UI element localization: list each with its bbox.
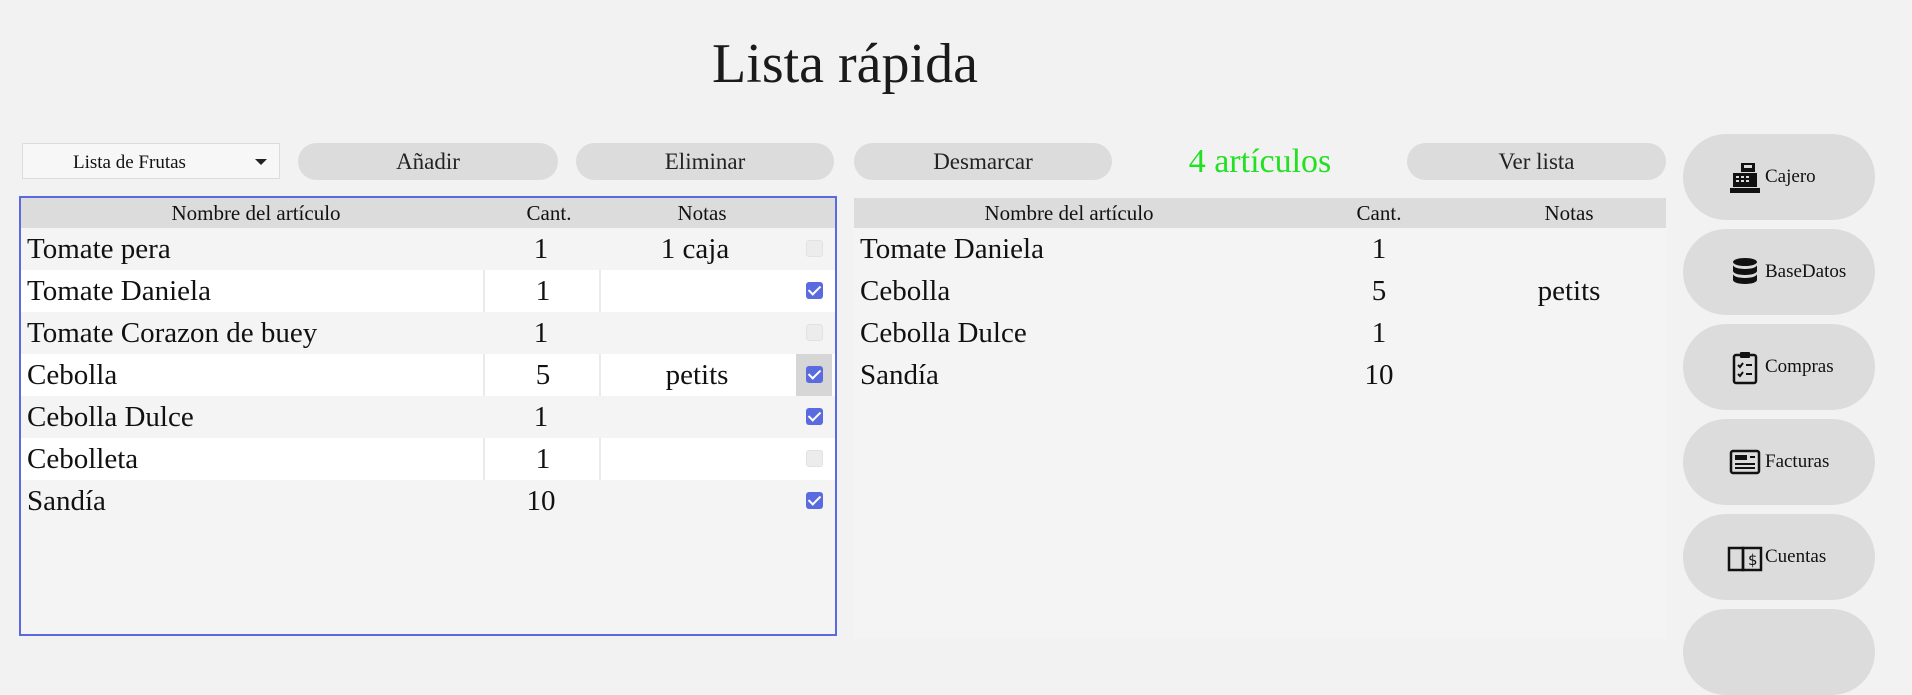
items-table: Nombre del artículo Cant. Notas Tomate p… <box>19 196 837 636</box>
sidebar-item-label: Cajero <box>1765 166 1816 187</box>
item-qty: 1 <box>533 317 549 349</box>
item-name: Cebolla Dulce <box>860 317 1027 349</box>
item-name: Tomate Corazon de buey <box>27 317 318 349</box>
row-checkbox-cell <box>796 354 832 396</box>
sidebar-item-basedatos[interactable]: BaseDatos <box>1683 229 1875 315</box>
item-notes: 1 caja <box>660 233 730 265</box>
list-selector-value: Lista de Frutas <box>73 152 186 173</box>
table-row[interactable]: Tomate Daniela 1 <box>21 270 835 312</box>
table-row[interactable]: Cebolla 5 petits <box>854 270 1666 312</box>
row-checkbox[interactable] <box>806 240 823 257</box>
sidebar-item-label: Cuentas <box>1765 546 1827 567</box>
svg-text:$: $ <box>1748 551 1758 569</box>
item-name: Tomate Daniela <box>860 233 1044 265</box>
item-qty: 1 <box>533 233 549 265</box>
clipboard-checklist-icon <box>1732 352 1758 385</box>
row-checkbox-cell <box>796 228 832 270</box>
row-checkbox[interactable] <box>806 366 823 383</box>
view-list-button[interactable]: Ver lista <box>1407 143 1666 180</box>
row-checkbox[interactable] <box>806 492 823 509</box>
delete-button[interactable]: Eliminar <box>576 143 834 180</box>
table-row[interactable]: Sandía 10 <box>854 354 1666 396</box>
item-name: Cebolla <box>860 275 951 307</box>
item-notes <box>1474 312 1664 354</box>
table-row[interactable]: Cebolleta 1 <box>21 438 835 480</box>
sidebar-item-facturas[interactable]: Facturas <box>1683 419 1875 505</box>
header-qty: Cant. <box>1356 201 1402 225</box>
table-row[interactable]: Tomate pera 1 1 caja <box>21 228 835 270</box>
item-name: Tomate pera <box>27 233 171 265</box>
sidebar-item-label: Facturas <box>1765 451 1830 472</box>
row-checkbox-cell <box>796 312 832 354</box>
item-qty: 1 <box>483 270 601 312</box>
item-name: Cebolleta <box>27 443 139 475</box>
item-name: Sandía <box>27 485 106 517</box>
item-notes: petits <box>1537 275 1601 307</box>
table-row[interactable]: Cebolla Dulce 1 <box>854 312 1666 354</box>
item-notes <box>599 480 791 522</box>
row-checkbox-cell <box>796 480 832 522</box>
header-notes: Notas <box>1544 201 1594 225</box>
selected-items-table: Nombre del artículo Cant. Notas Tomate D… <box>854 198 1666 638</box>
table-row[interactable]: Tomate Daniela 1 <box>854 228 1666 270</box>
item-qty: 5 <box>483 354 601 396</box>
header-qty: Cant. <box>526 201 572 225</box>
ledger-book-icon: $ <box>1727 546 1763 572</box>
item-notes <box>599 396 791 438</box>
sidebar-item-compras[interactable]: Compras <box>1683 324 1875 410</box>
item-qty: 10 <box>1364 359 1394 391</box>
item-qty: 10 <box>526 485 556 517</box>
item-name: Cebolla <box>27 359 118 391</box>
item-notes <box>1474 228 1664 270</box>
item-notes <box>599 270 793 312</box>
unmark-button[interactable]: Desmarcar <box>854 143 1112 180</box>
invoice-icon <box>1729 449 1761 475</box>
item-count: 4 artículos <box>1188 143 1332 180</box>
item-qty: 1 <box>483 438 601 480</box>
cash-register-icon <box>1730 163 1760 193</box>
item-qty: 1 <box>1371 233 1387 265</box>
header-name: Nombre del artículo <box>984 201 1154 225</box>
sidebar-item-label: BaseDatos <box>1765 261 1847 282</box>
table-row[interactable]: Cebolla 5 petits <box>21 354 835 396</box>
selected-table-header: Nombre del artículo Cant. Notas <box>854 198 1666 228</box>
row-checkbox[interactable] <box>806 324 823 341</box>
item-notes: petits <box>599 354 793 396</box>
item-notes <box>1474 354 1664 396</box>
list-selector[interactable]: Lista de Frutas <box>22 143 280 179</box>
header-notes: Notas <box>677 201 727 225</box>
row-checkbox[interactable] <box>806 408 823 425</box>
database-icon <box>1733 258 1757 284</box>
page-title: Lista rápida <box>712 33 978 95</box>
table-row[interactable]: Tomate Corazon de buey 1 <box>21 312 835 354</box>
item-qty: 5 <box>1371 275 1387 307</box>
sidebar-item-cajero[interactable]: Cajero <box>1683 134 1875 220</box>
sidebar-item-label: Compras <box>1765 356 1834 377</box>
item-qty: 1 <box>533 401 549 433</box>
item-name: Tomate Daniela <box>27 275 211 307</box>
item-qty: 1 <box>1371 317 1387 349</box>
header-name: Nombre del artículo <box>171 201 341 225</box>
chevron-down-icon <box>255 159 267 165</box>
row-checkbox-cell <box>796 396 832 438</box>
add-button[interactable]: Añadir <box>298 143 558 180</box>
table-row[interactable]: Cebolla Dulce 1 <box>21 396 835 438</box>
item-notes <box>599 312 791 354</box>
row-checkbox-cell <box>796 438 832 480</box>
row-checkbox-cell <box>796 270 832 312</box>
row-checkbox[interactable] <box>806 450 823 467</box>
item-name: Sandía <box>860 359 939 391</box>
item-notes <box>599 438 793 480</box>
items-table-header: Nombre del artículo Cant. Notas <box>21 198 835 228</box>
sidebar-item-cuentas[interactable]: $ Cuentas <box>1683 514 1875 600</box>
table-row[interactable]: Sandía 10 <box>21 480 835 522</box>
item-name: Cebolla Dulce <box>27 401 194 433</box>
row-checkbox[interactable] <box>806 282 823 299</box>
